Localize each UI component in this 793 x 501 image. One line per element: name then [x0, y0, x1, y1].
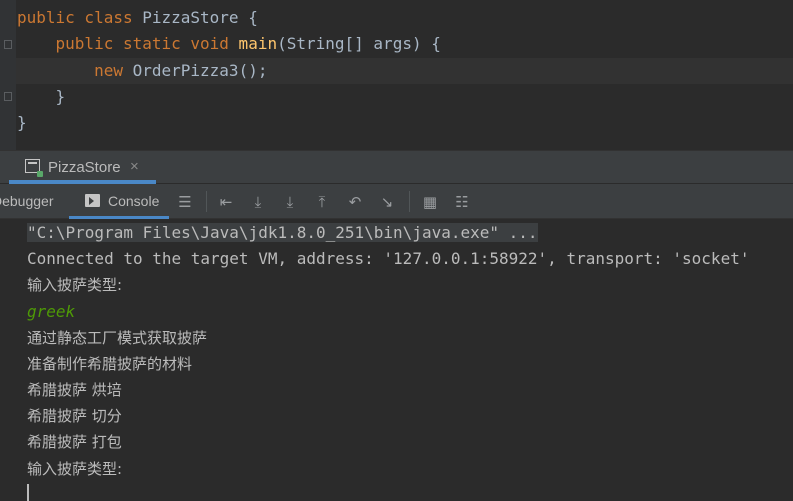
run-to-cursor-icon[interactable]: ↘	[378, 193, 396, 211]
fold-marker-icon[interactable]	[4, 40, 12, 49]
debug-toolbar: Debugger Console ☰ ⇤ ⤓ ⤓ ⤒ ↶ ↘ ▦ ☷	[0, 184, 793, 219]
console-output[interactable]: "C:\Program Files\Java\jdk1.8.0_251\bin\…	[0, 219, 793, 501]
run-tab-pizzastore[interactable]: PizzaStore ×	[9, 151, 156, 184]
console-icon	[85, 194, 100, 207]
console-prompt-line: 输入披萨类型:	[27, 460, 123, 478]
console-prompt-line: 输入披萨类型:	[27, 276, 123, 294]
run-tab-label: PizzaStore	[48, 159, 121, 176]
step-into-icon[interactable]: ⤓	[281, 193, 299, 211]
console-connected-line: Connected to the target VM, address: '12…	[27, 249, 750, 268]
tab-console[interactable]: Console	[69, 184, 169, 219]
step-over-icon[interactable]: ⤓	[249, 193, 267, 211]
toolbar-separator	[206, 191, 207, 212]
code-line-2: public static void main(String[] args) {	[55, 34, 441, 53]
fold-marker-icon[interactable]	[4, 92, 12, 101]
text-cursor	[27, 484, 29, 501]
toolbar-separator	[409, 191, 410, 212]
code-line-5: }	[17, 113, 27, 132]
drop-frame-icon[interactable]: ↶	[346, 193, 364, 211]
step-out-icon[interactable]: ⤒	[313, 193, 331, 211]
run-tool-window-header: PizzaStore ×	[0, 150, 793, 184]
tab-console-label: Console	[108, 193, 160, 209]
evaluate-expression-icon[interactable]: ▦	[421, 193, 439, 211]
console-output-line: 希腊披萨 烘培	[27, 381, 122, 399]
tab-debugger[interactable]: Debugger	[0, 193, 54, 209]
menu-lines-icon[interactable]: ☰	[176, 193, 194, 211]
editor-gutter	[0, 0, 16, 150]
code-editor[interactable]: public class PizzaStore { public static …	[0, 0, 793, 150]
code-line-3: new OrderPizza3();	[94, 61, 268, 80]
console-command-line: "C:\Program Files\Java\jdk1.8.0_251\bin\…	[27, 223, 538, 242]
trace-current-stream-icon[interactable]: ☷	[453, 193, 471, 211]
code-line-1: public class PizzaStore {	[17, 8, 258, 27]
running-indicator-icon	[37, 171, 43, 177]
console-output-line: 通过静态工厂模式获取披萨	[27, 329, 208, 347]
console-user-input: greek	[27, 302, 76, 321]
console-output-line: 准备制作希腊披萨的材料	[27, 355, 193, 373]
close-icon[interactable]: ×	[130, 158, 139, 175]
console-output-line: 希腊披萨 打包	[27, 433, 122, 451]
show-execution-point-icon[interactable]: ⇤	[217, 193, 235, 211]
console-output-line: 希腊披萨 切分	[27, 407, 122, 425]
code-line-4: }	[55, 87, 66, 106]
